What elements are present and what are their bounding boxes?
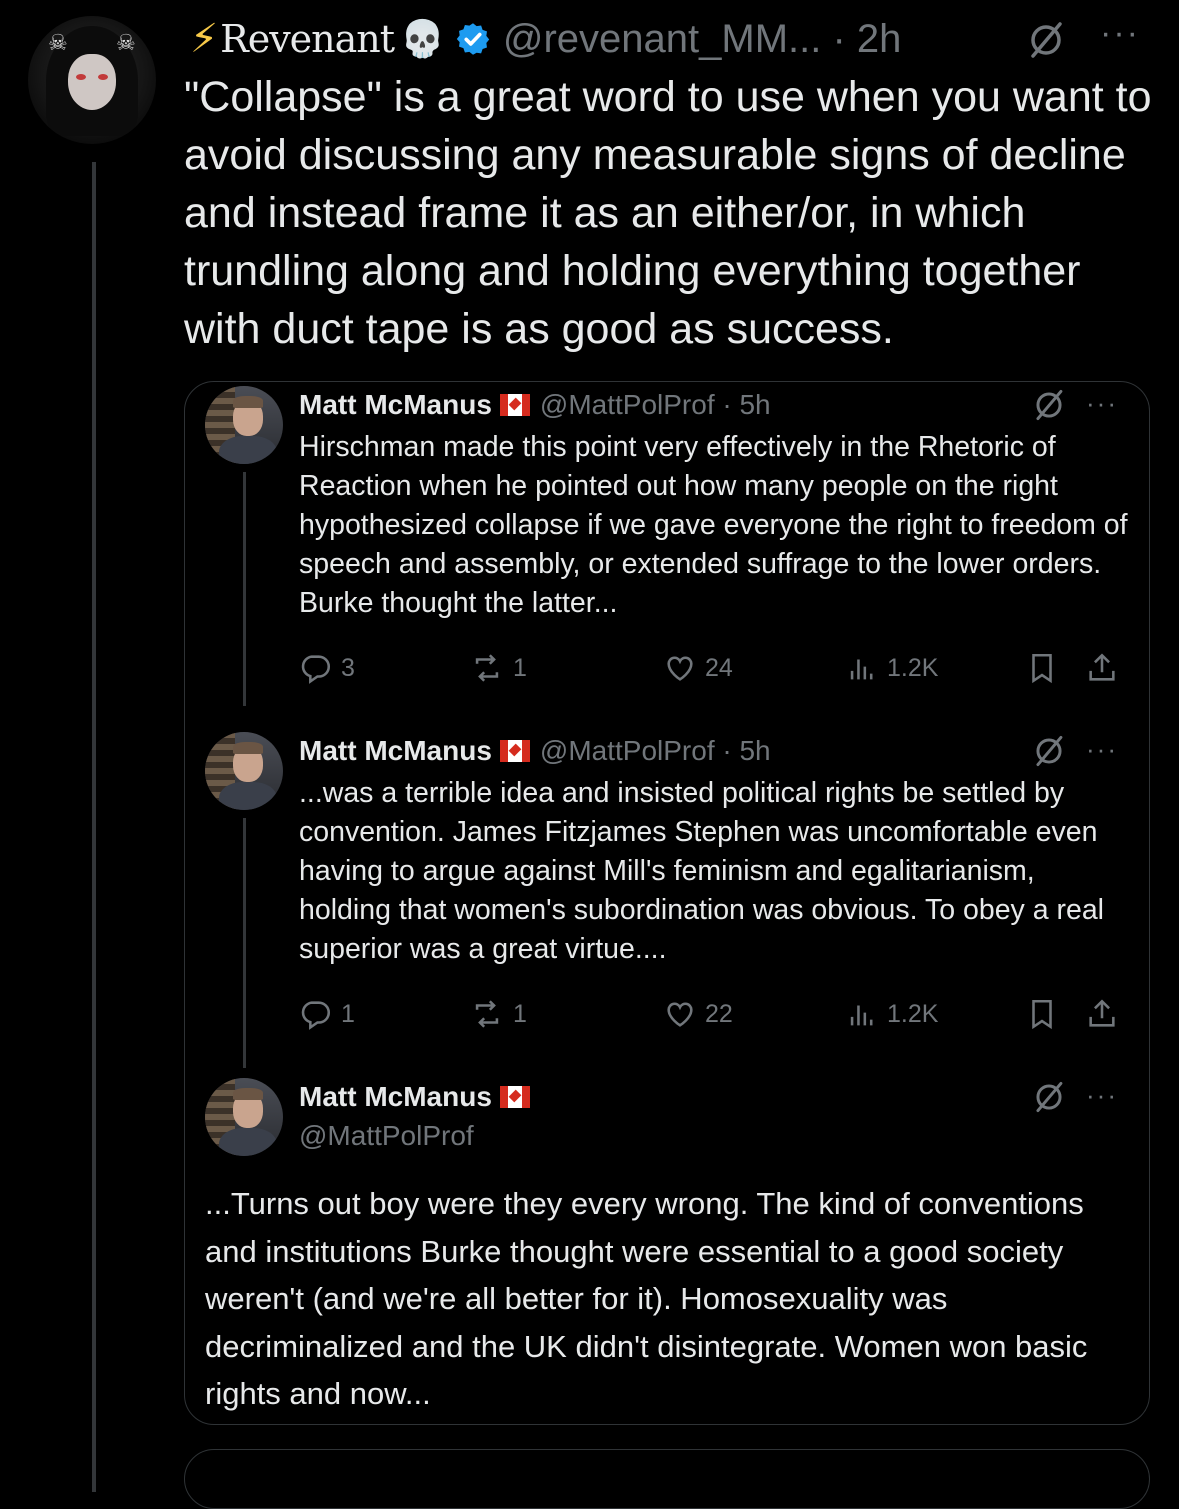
reply-icon xyxy=(301,655,331,684)
author-display-name[interactable]: Revenant xyxy=(220,17,395,61)
quoted-post-header: Matt McManus @MattPolProf · 5h xyxy=(299,731,771,771)
quoted-author-handle-time[interactable]: @MattPolProf · 5h xyxy=(540,735,771,767)
bookmark-icon xyxy=(1032,999,1052,1030)
post-header: ⚡ Revenant 💀 @revenant_MM... · 2h xyxy=(190,14,901,64)
canada-flag-icon xyxy=(499,1086,530,1108)
quoted-post-header: Matt McManus @MattPolProf · 5h xyxy=(299,385,771,425)
share-button[interactable] xyxy=(1085,648,1127,688)
thread-line xyxy=(92,162,96,1492)
more-options-icon[interactable]: ··· xyxy=(1100,14,1140,53)
quote-thread-line xyxy=(243,472,246,706)
grok-icon[interactable] xyxy=(1032,1080,1066,1114)
heart-icon xyxy=(667,1002,693,1027)
more-options-icon[interactable]: ··· xyxy=(1086,734,1118,765)
quoted-post-header: Matt McManus xyxy=(299,1077,540,1117)
quoted-author-name[interactable]: Matt McManus xyxy=(299,1081,492,1113)
repost-count: 1 xyxy=(513,999,527,1028)
like-count: 24 xyxy=(705,653,733,682)
post-actions: 3 1 24 1.2K xyxy=(299,648,1129,688)
like-button[interactable]: 22 xyxy=(663,994,733,1034)
verified-badge-icon xyxy=(456,23,490,55)
repost-icon xyxy=(475,1000,499,1028)
next-post-card[interactable] xyxy=(184,1449,1150,1509)
avatar-hair xyxy=(233,396,263,408)
quoted-post-text: ...Turns out boy were they every wrong. … xyxy=(205,1186,1088,1411)
reply-count: 3 xyxy=(341,653,355,682)
avatar-body xyxy=(219,436,277,464)
canada-flag-icon xyxy=(499,394,530,416)
heart-icon xyxy=(667,656,693,681)
share-icon xyxy=(1089,653,1115,681)
quoted-author-handle[interactable]: @MattPolProf xyxy=(299,1120,474,1152)
bookmark-button[interactable] xyxy=(1025,994,1067,1034)
quoted-post-handle-row: @MattPolProf xyxy=(299,1116,474,1156)
reply-icon xyxy=(301,1001,331,1030)
more-options-icon[interactable]: ··· xyxy=(1086,1080,1118,1111)
like-button[interactable]: 24 xyxy=(663,648,733,688)
repost-button[interactable]: 1 xyxy=(469,994,527,1034)
views-button[interactable]: 1.2K xyxy=(845,648,938,688)
grok-icon[interactable] xyxy=(1032,388,1066,422)
avatar-eye xyxy=(76,74,86,80)
repost-button[interactable]: 1 xyxy=(469,648,527,688)
bookmark-icon xyxy=(1032,653,1052,684)
quoted-author-handle-time[interactable]: @MattPolProf · 5h xyxy=(540,389,771,421)
like-count: 22 xyxy=(705,999,733,1028)
bookmark-button[interactable] xyxy=(1025,648,1067,688)
quoted-post-text: ...was a terrible idea and insisted poli… xyxy=(299,777,1104,965)
quoted-author-name[interactable]: Matt McManus xyxy=(299,735,492,767)
quoted-author-avatar[interactable] xyxy=(205,1078,283,1156)
skull-icon: ☠ xyxy=(116,30,136,55)
quoted-author-avatar[interactable] xyxy=(205,732,283,810)
canada-flag-icon xyxy=(499,740,530,762)
avatar-hair xyxy=(233,1088,263,1100)
views-button[interactable]: 1.2K xyxy=(845,994,938,1034)
reply-button[interactable]: 1 xyxy=(299,994,355,1034)
skull-emoji: 💀 xyxy=(400,18,445,59)
avatar-eye xyxy=(98,74,108,80)
repost-icon xyxy=(475,654,499,682)
share-icon xyxy=(1089,999,1115,1027)
avatar-face xyxy=(68,54,116,110)
avatar-body xyxy=(219,1128,277,1156)
views-icon xyxy=(850,1005,873,1026)
skull-icon: ☠ xyxy=(48,30,68,55)
share-button[interactable] xyxy=(1085,994,1127,1034)
views-count: 1.2K xyxy=(887,999,939,1028)
more-options-icon[interactable]: ··· xyxy=(1086,388,1118,419)
repost-count: 1 xyxy=(513,653,527,682)
views-count: 1.2K xyxy=(887,653,939,682)
reply-count: 1 xyxy=(341,999,355,1028)
quote-thread-line xyxy=(243,818,246,1068)
quoted-post-text: Hirschman made this point very effective… xyxy=(299,431,1128,619)
grok-icon[interactable] xyxy=(1032,734,1066,768)
author-handle-time[interactable]: @revenant_MM... · 2h xyxy=(503,17,902,62)
author-avatar[interactable]: ☠ ☠ xyxy=(28,16,156,144)
views-icon xyxy=(850,659,873,680)
avatar-hair xyxy=(233,742,263,754)
lightning-icon: ⚡ xyxy=(190,17,219,61)
reply-button[interactable]: 3 xyxy=(299,648,355,688)
post-text: "Collapse" is a great word to use when y… xyxy=(184,73,1152,353)
avatar-body xyxy=(219,782,277,810)
post-actions: 1 1 22 1.2K xyxy=(299,994,1129,1034)
quoted-author-name[interactable]: Matt McManus xyxy=(299,389,492,421)
grok-icon[interactable] xyxy=(1026,20,1066,60)
quoted-author-avatar[interactable] xyxy=(205,386,283,464)
